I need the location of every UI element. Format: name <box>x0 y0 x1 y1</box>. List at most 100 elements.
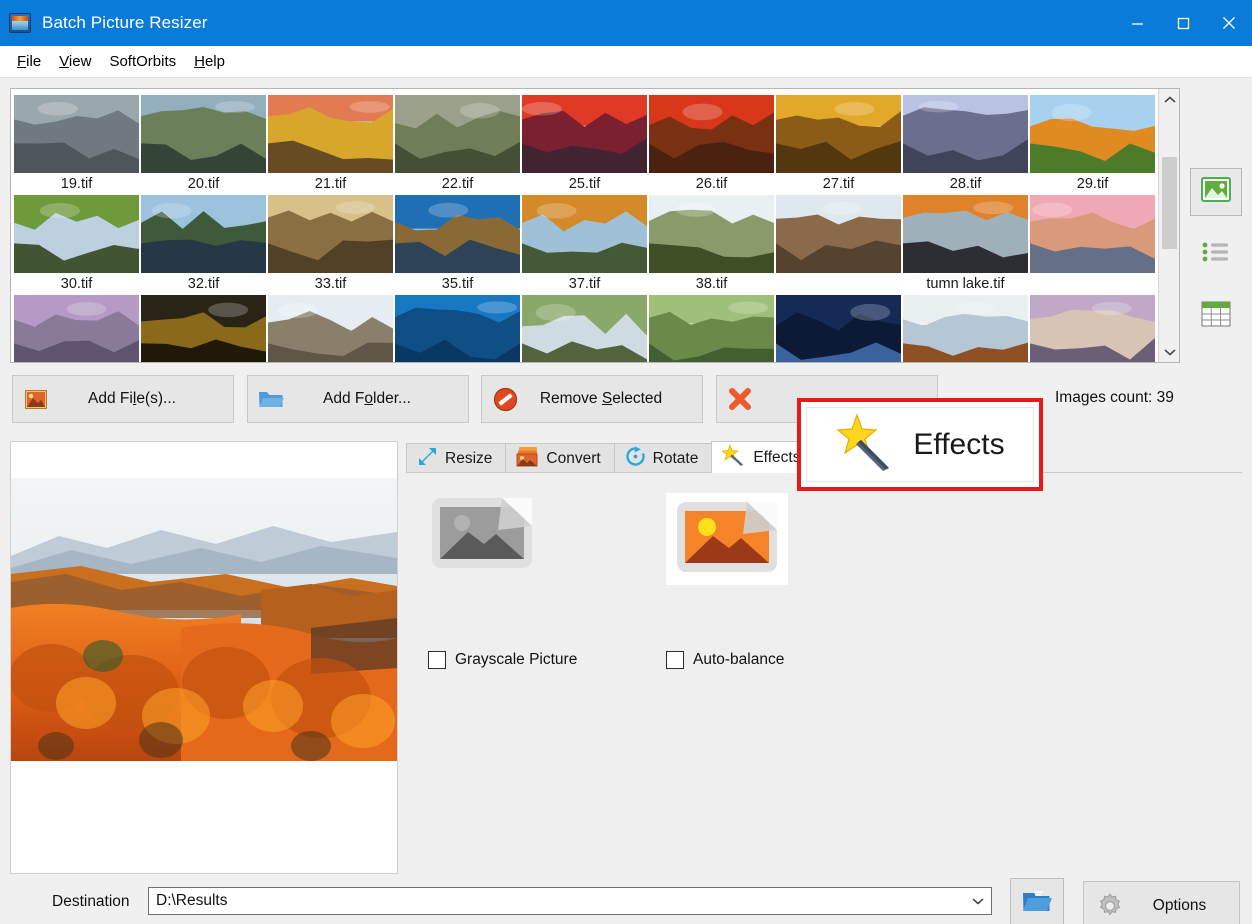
menu-item-softorbits[interactable]: SoftOrbits <box>100 49 185 74</box>
details-view-button[interactable] <box>1190 292 1242 340</box>
thumbnail-image <box>649 95 774 173</box>
thumbnail-filename: 32.tif <box>141 273 266 295</box>
thumbnail-item[interactable]: 38.tif <box>649 273 774 362</box>
menu-item-view[interactable]: View <box>50 49 100 74</box>
grayscale-photo-icon <box>430 496 534 575</box>
file-list-panel[interactable]: 5.tif6.tif7.tif10.tif11.tif12.tif14.tif1… <box>10 88 1180 363</box>
menu-item-help[interactable]: Help <box>185 49 234 74</box>
add-files-button[interactable]: Add File(s)... <box>12 375 234 423</box>
thumbnail-item[interactable]: 18.tif <box>1030 89 1155 173</box>
thumbnail-item[interactable]: 14.tif <box>776 89 901 173</box>
thumbnail-item[interactable]: 26.tif <box>649 173 774 273</box>
preview-image <box>11 478 397 761</box>
grayscale-preview-tile[interactable] <box>428 496 536 574</box>
thumbnail-image <box>1030 295 1155 362</box>
thumbnail-filename: 26.tif <box>649 173 774 195</box>
destination-combobox[interactable]: D:\Results <box>148 887 992 915</box>
tab-rotate-label: Rotate <box>653 450 699 468</box>
thumbnail-item[interactable]: 22.tif <box>395 173 520 273</box>
file-toolbar: Add File(s)... Add Folder... Remove Sele… <box>0 375 1252 431</box>
thumbnail-item[interactable] <box>1030 273 1155 362</box>
convert-stack-icon <box>516 446 539 472</box>
thumbnail-item[interactable]: 20.tif <box>141 173 266 273</box>
effects-tab-panel: Grayscale Picture Auto-balance <box>406 472 1242 874</box>
thumbnail-item[interactable]: 19.tif <box>14 173 139 273</box>
thumbnail-item[interactable]: 32.tif <box>141 273 266 362</box>
thumbnail-image <box>1030 95 1155 173</box>
menu-item-file[interactable]: File <box>8 49 50 74</box>
close-icon[interactable] <box>1206 0 1252 46</box>
thumbnail-item[interactable]: 30.tif <box>14 273 139 362</box>
thumbnail-item[interactable]: 28.tif <box>903 173 1028 273</box>
preview-pane[interactable] <box>10 441 398 874</box>
thumbnail-image <box>395 195 520 273</box>
scroll-down-icon[interactable] <box>1159 341 1180 362</box>
thumbnail-item[interactable]: 5.tif <box>14 89 139 173</box>
thumbnail-item[interactable]: 10.tif <box>395 89 520 173</box>
thumbnail-image <box>903 95 1028 173</box>
remove-selected-button[interactable]: Remove Selected <box>481 375 703 423</box>
thumbnail-item[interactable]: 6.tif <box>141 89 266 173</box>
thumbnail-item[interactable]: 7.tif <box>268 89 393 173</box>
thumbnail-image <box>14 195 139 273</box>
scroll-up-icon[interactable] <box>1159 89 1180 110</box>
thumbnail-item[interactable]: tumn lake.tif <box>903 273 1028 362</box>
minimize-icon[interactable] <box>1114 0 1160 46</box>
thumbnail-item[interactable]: 29.tif <box>1030 173 1155 273</box>
thumbnail-item[interactable]: 25.tif <box>522 173 647 273</box>
thumbnail-item[interactable]: 37.tif <box>522 273 647 362</box>
autobalance-checkbox[interactable] <box>666 651 684 669</box>
thumbnail-filename: 22.tif <box>395 173 520 195</box>
destination-label: Destination <box>52 893 130 911</box>
autobalance-preview-tile[interactable] <box>666 493 788 585</box>
thumbnail-item[interactable]: 11.tif <box>522 89 647 173</box>
autobalance-label: Auto-balance <box>693 651 784 669</box>
thumbnail-image <box>268 195 393 273</box>
thumbnail-filename: 35.tif <box>395 273 520 295</box>
effects-callout-label: Effects <box>913 428 1004 462</box>
scrollbar-thumb[interactable] <box>1162 157 1177 249</box>
grayscale-checkbox-row[interactable]: Grayscale Picture <box>428 651 577 669</box>
thumbnail-filename: 28.tif <box>903 173 1028 195</box>
settings-tabs: Resize Convert <box>406 441 1242 874</box>
thumbnail-image <box>141 95 266 173</box>
options-button[interactable]: Options <box>1083 881 1240 924</box>
maximize-icon[interactable] <box>1160 0 1206 46</box>
thumbnail-image <box>395 95 520 173</box>
thumbnail-item[interactable]: 35.tif <box>395 273 520 362</box>
autobalance-checkbox-row[interactable]: Auto-balance <box>666 651 784 669</box>
options-label: Options <box>1136 897 1239 915</box>
file-list-scrollport: 5.tif6.tif7.tif10.tif11.tif12.tif14.tif1… <box>11 89 1159 362</box>
thumbnail-item[interactable]: 27.tif <box>776 173 901 273</box>
tab-rotate[interactable]: Rotate <box>614 443 713 473</box>
tab-resize[interactable]: Resize <box>406 443 506 473</box>
thumbnail-image <box>395 295 520 362</box>
tab-convert[interactable]: Convert <box>505 443 614 473</box>
thumbnail-item[interactable]: 12.tif <box>649 89 774 173</box>
tab-resize-label: Resize <box>445 450 492 468</box>
thumbnail-view-button[interactable] <box>1190 168 1242 216</box>
thumbnail-grid: 5.tif6.tif7.tif10.tif11.tif12.tif14.tif1… <box>14 89 1155 362</box>
thumbnail-filename: 19.tif <box>14 173 139 195</box>
effects-callout-popup[interactable]: Effects <box>797 398 1043 491</box>
folder-icon <box>248 389 294 409</box>
destination-value[interactable]: D:\Results <box>149 892 965 910</box>
thumbnail-item[interactable] <box>776 273 901 362</box>
thumbnail-item[interactable]: 17.tif <box>903 89 1028 173</box>
window-controls <box>1114 0 1252 46</box>
grayscale-checkbox[interactable] <box>428 651 446 669</box>
file-list-scrollbar[interactable] <box>1158 89 1179 362</box>
chevron-down-icon[interactable] <box>965 894 991 908</box>
add-folder-button[interactable]: Add Folder... <box>247 375 469 423</box>
app-icon <box>9 13 31 33</box>
image-icon <box>1201 177 1231 207</box>
color-photo-icon <box>675 500 779 579</box>
thumbnail-item[interactable]: 21.tif <box>268 173 393 273</box>
thumbnail-item[interactable]: 33.tif <box>268 273 393 362</box>
list-view-button[interactable] <box>1190 230 1242 278</box>
thumbnail-image <box>141 295 266 362</box>
thumbnail-filename <box>776 273 901 295</box>
thumbnail-filename: 37.tif <box>522 273 647 295</box>
destination-row: Destination D:\Results <box>0 883 1252 924</box>
browse-folder-button[interactable] <box>1010 878 1064 924</box>
